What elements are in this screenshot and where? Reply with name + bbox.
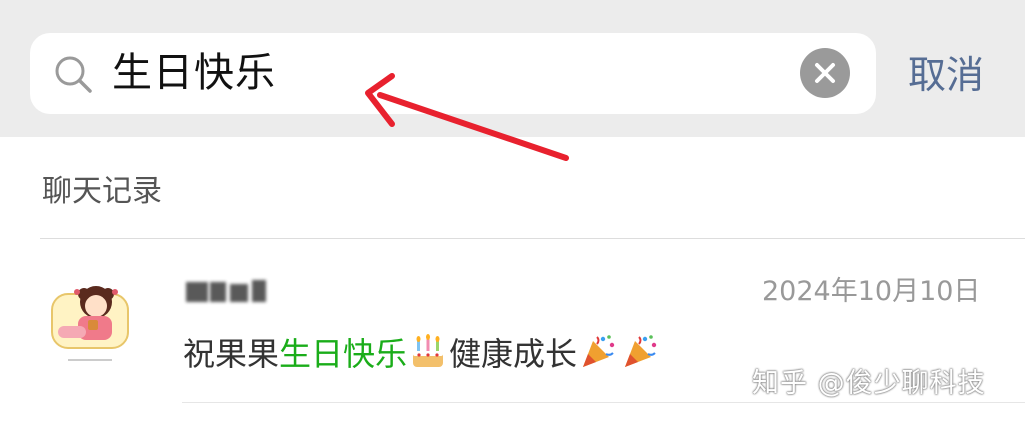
watermark: 知乎 @俊少聊科技 (752, 368, 986, 399)
section-title-chat-history: 聊天记录 (42, 174, 162, 209)
divider (182, 402, 1025, 403)
divider (40, 238, 1025, 239)
message-keyword-highlight: 生日快乐 (279, 335, 408, 373)
search-result-message[interactable]: 祝果果生日快乐 健康成长 (183, 333, 661, 375)
party-popper-icon (621, 333, 659, 371)
message-text-suffix: 健康成长 (449, 335, 578, 373)
avatar[interactable] (48, 276, 132, 368)
message-date: 2024年10月10日 (762, 276, 981, 307)
party-popper-icon (579, 333, 617, 371)
contact-name-redacted (186, 276, 270, 308)
cake-icon (409, 333, 447, 371)
message-text-prefix: 祝果果 (183, 335, 280, 373)
